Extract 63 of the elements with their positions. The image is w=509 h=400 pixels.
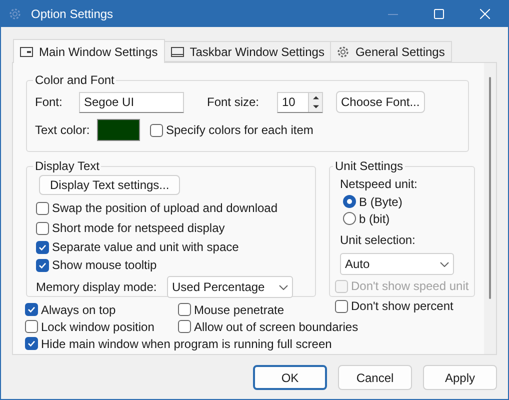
taskbar-icon (170, 46, 184, 56)
memory-mode-dropdown[interactable]: Used Percentage (167, 276, 293, 298)
checkbox-label: Allow out of screen boundaries (194, 318, 358, 336)
group-title: Color and Font (34, 72, 116, 89)
tab[interactable]: Taskbar Window Settings (164, 41, 332, 62)
checkbox[interactable] (25, 303, 38, 316)
font-size-spinbox[interactable]: 10 (277, 92, 323, 112)
checkbox-label: Mouse penetrate (194, 302, 284, 318)
checkbox[interactable] (178, 303, 191, 316)
checkbox[interactable] (36, 222, 49, 234)
radio-label: B (Byte) (359, 194, 402, 210)
choose-font-button[interactable]: Choose Font... (336, 91, 425, 113)
checkbox-label: Always on top (41, 302, 116, 318)
dialog-button[interactable]: OK (253, 365, 327, 390)
checkbox[interactable] (335, 300, 348, 312)
window-icon (20, 46, 33, 56)
tab[interactable]: Main Window Settings (13, 39, 165, 63)
field-label: Memory display mode: (36, 279, 158, 296)
field-label: Text color: (35, 122, 91, 139)
checkbox-label: Specify colors for each item (166, 122, 314, 139)
checkbox[interactable] (36, 258, 49, 272)
dialog-button[interactable]: Apply (423, 365, 497, 390)
chevron-down-icon (440, 262, 449, 266)
close-icon (480, 9, 490, 19)
checkbox[interactable] (36, 240, 49, 254)
chevron-down-icon (279, 284, 288, 290)
checkmark-icon (27, 305, 36, 314)
radio-button[interactable] (343, 212, 356, 225)
gear-icon (9, 8, 21, 20)
checkbox-label: Hide main window when program is running full screen (41, 336, 332, 352)
radio-label: b (bit) (359, 210, 390, 228)
checkmark-icon (27, 339, 36, 348)
checkbox-label: Don't show percent (351, 298, 454, 315)
checkbox[interactable] (25, 337, 38, 350)
maximize-icon (434, 9, 444, 19)
checkbox-label: Lock window position (41, 318, 154, 336)
checkbox-label: Short mode for netspeed display (52, 220, 225, 237)
tab[interactable]: General Settings (330, 41, 452, 62)
unit-selection-dropdown[interactable]: Auto (340, 253, 454, 275)
field-label: Unit selection: (340, 232, 416, 249)
field-label: Font size: (207, 94, 260, 111)
dialog-button[interactable]: Cancel (338, 365, 412, 390)
checkbox-label: Swap the position of upload and download (52, 200, 278, 217)
checkbox-label: Separate value and unit with space (52, 239, 239, 256)
group-title: Unit Settings (334, 158, 404, 175)
font-field[interactable]: Segoe UI (79, 92, 184, 112)
field-label: Font: (35, 94, 64, 111)
gear-icon (337, 46, 350, 58)
display-text-settings-button[interactable]: Display Text settings... (39, 175, 180, 195)
checkbox[interactable] (150, 124, 163, 136)
checkbox[interactable] (36, 202, 49, 214)
field-label: Netspeed unit: (340, 176, 418, 193)
checkbox-label: Show mouse tooltip (52, 257, 157, 274)
spin-buttons[interactable] (308, 92, 322, 112)
group-title: Display Text (34, 158, 100, 175)
scrollbar-thumb[interactable] (489, 77, 491, 299)
checkbox[interactable] (178, 320, 191, 333)
checkbox-label: Don't show speed unit (351, 278, 469, 295)
checkbox[interactable] (25, 320, 38, 333)
radio-button[interactable] (343, 195, 356, 208)
scrollbar[interactable] (484, 63, 496, 354)
color-swatch[interactable] (97, 119, 140, 141)
window-title: Option Settings (31, 6, 114, 23)
